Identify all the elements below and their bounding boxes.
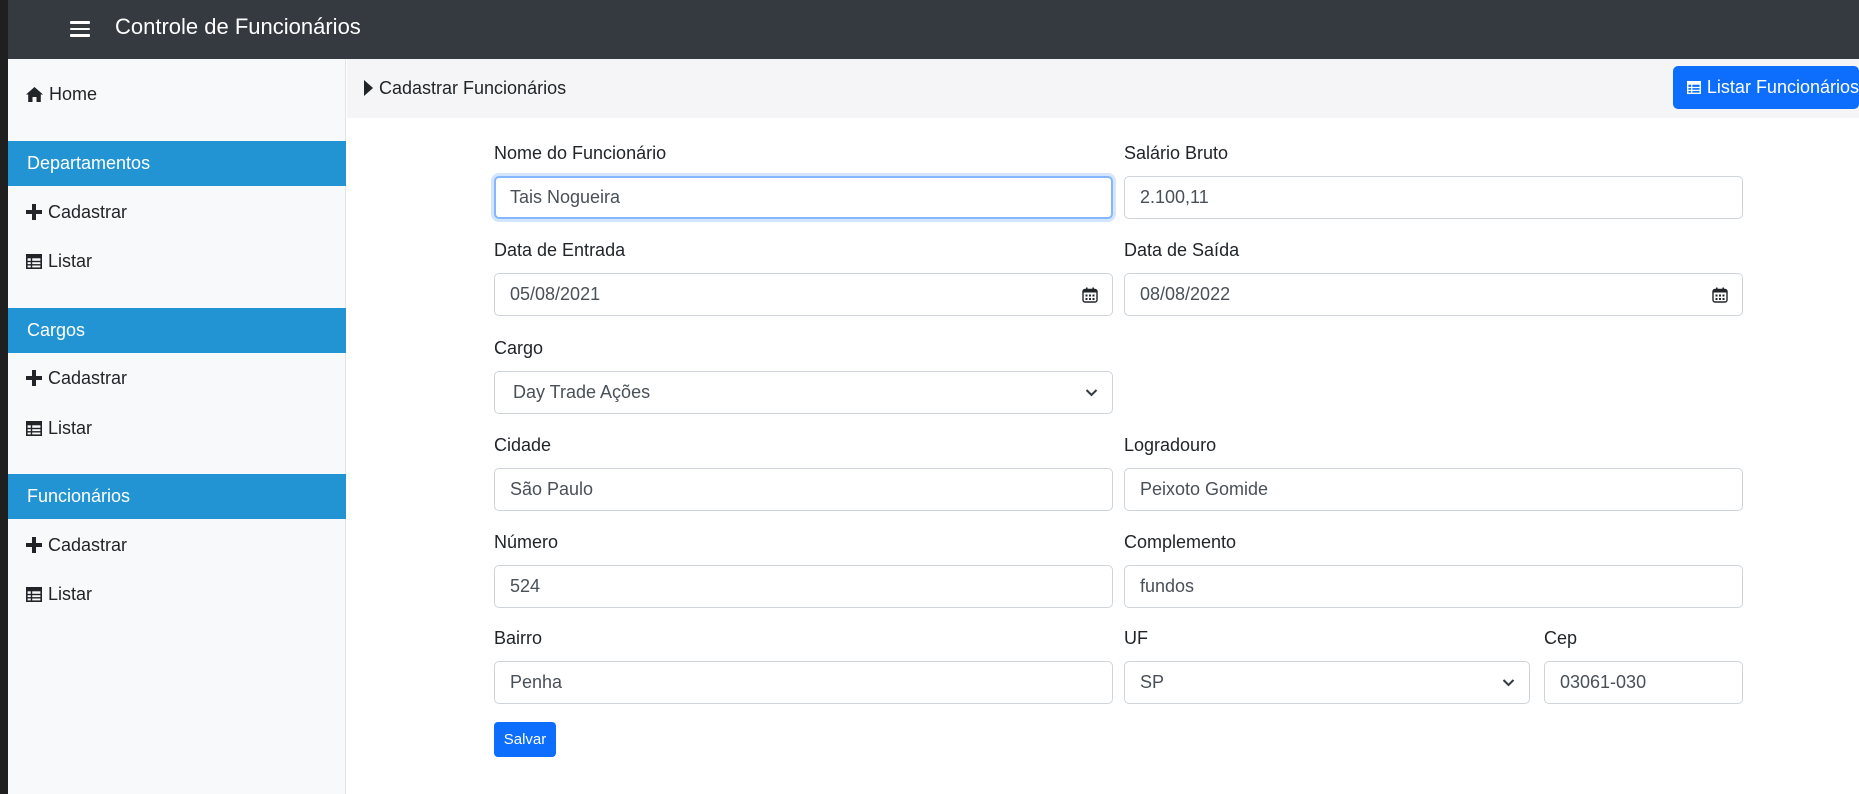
sidebar-item-label: Cadastrar <box>48 367 128 388</box>
sidebar-item-home[interactable]: Home <box>26 81 97 107</box>
sidebar-section-departamentos: Departamentos <box>8 141 346 186</box>
uf-label: UF <box>1124 628 1148 648</box>
cidade-label: Cidade <box>494 435 552 455</box>
cidade-input[interactable]: São Paulo <box>494 468 1113 511</box>
list-employees-button[interactable]: Listar Funcionários <box>1673 66 1859 109</box>
sidebar-item-label: Listar <box>48 417 93 438</box>
salario-input[interactable]: 2.100,11 <box>1124 176 1743 219</box>
table-icon <box>1687 80 1701 95</box>
data-entrada-value: 05/08/2021 <box>510 284 601 304</box>
complemento-input[interactable]: fundos <box>1124 565 1743 608</box>
data-saida-input[interactable]: 08/08/2022 <box>1124 273 1743 316</box>
breadcrumb-label: Cadastrar Funcionários <box>379 77 567 98</box>
sidebar-item-label: Cadastrar <box>48 534 128 555</box>
numero-value: 524 <box>510 576 541 596</box>
salario-label: Salário Bruto <box>1124 143 1229 163</box>
plus-icon <box>26 537 42 553</box>
uf-value: SP <box>1140 672 1165 692</box>
sidebar-item-label: Listar <box>48 250 93 271</box>
plus-icon <box>26 204 42 220</box>
numero-label: Número <box>494 532 559 552</box>
sidebar-item-funcionarios-cadastrar[interactable]: Cadastrar <box>26 532 127 558</box>
plus-icon <box>26 370 42 386</box>
cep-label: Cep <box>1544 628 1578 648</box>
calendar-icon[interactable] <box>1712 287 1728 303</box>
cep-input[interactable]: 03061-030 <box>1544 661 1743 704</box>
cidade-value: São Paulo <box>510 479 594 499</box>
bairro-value: Penha <box>510 672 563 692</box>
breadcrumb-bar: Cadastrar Funcionários <box>347 59 1859 118</box>
cep-value: 03061-030 <box>1560 672 1647 692</box>
logradouro-value: Peixoto Gomide <box>1140 479 1269 499</box>
logradouro-label: Logradouro <box>1124 435 1217 455</box>
caret-right-icon <box>364 80 373 96</box>
table-icon <box>26 253 42 269</box>
salario-value: 2.100,11 <box>1140 187 1209 207</box>
sidebar-item-label: Cadastrar <box>48 201 128 222</box>
nome-value: Tais Nogueira <box>510 187 621 207</box>
save-button[interactable]: Salvar <box>494 722 556 757</box>
data-entrada-input[interactable]: 05/08/2021 <box>494 273 1113 316</box>
chevron-down-icon <box>1502 678 1515 687</box>
sidebar-item-label: Home <box>49 83 98 104</box>
list-employees-label: Listar Funcionários <box>1706 77 1859 97</box>
cargo-label: Cargo <box>494 338 544 358</box>
data-saida-label: Data de Saída <box>1124 240 1240 260</box>
numero-input[interactable]: 524 <box>494 565 1113 608</box>
sidebar-item-label: Listar <box>48 583 93 604</box>
uf-select[interactable]: SP <box>1124 661 1530 704</box>
sidebar-item-departamentos-listar[interactable]: Listar <box>26 248 92 274</box>
nome-label: Nome do Funcionário <box>494 143 667 163</box>
chevron-down-icon <box>1085 388 1098 397</box>
sidebar-item-cargos-cadastrar[interactable]: Cadastrar <box>26 365 127 391</box>
data-saida-value: 08/08/2022 <box>1140 284 1231 304</box>
calendar-icon[interactable] <box>1082 287 1098 303</box>
cargo-value: Day Trade Ações <box>513 382 651 402</box>
top-navbar: Controle de Funcionários <box>8 0 1859 59</box>
table-icon <box>26 420 42 436</box>
sidebar-section-cargos: Cargos <box>8 308 346 353</box>
breadcrumb: Cadastrar Funcionários <box>364 75 566 101</box>
cargo-select[interactable]: Day Trade Ações <box>494 371 1113 414</box>
app-title: Controle de Funcionários <box>115 14 361 39</box>
complemento-label: Complemento <box>1124 532 1237 552</box>
sidebar-item-departamentos-cadastrar[interactable]: Cadastrar <box>26 199 127 225</box>
logradouro-input[interactable]: Peixoto Gomide <box>1124 468 1743 511</box>
nome-input[interactable]: Tais Nogueira <box>494 176 1113 219</box>
sidebar: Home Departamentos Cadastrar Listar Carg… <box>8 59 346 794</box>
sidebar-item-funcionarios-listar[interactable]: Listar <box>26 581 92 607</box>
sidebar-item-cargos-listar[interactable]: Listar <box>26 415 92 441</box>
home-icon <box>26 86 43 102</box>
bairro-input[interactable]: Penha <box>494 661 1113 704</box>
window-edge <box>0 0 8 794</box>
menu-toggle-icon[interactable] <box>70 21 90 37</box>
data-entrada-label: Data de Entrada <box>494 240 626 260</box>
table-icon <box>26 586 42 602</box>
complemento-value: fundos <box>1140 576 1195 596</box>
bairro-label: Bairro <box>494 628 543 648</box>
sidebar-section-funcionarios: Funcionários <box>8 474 346 519</box>
